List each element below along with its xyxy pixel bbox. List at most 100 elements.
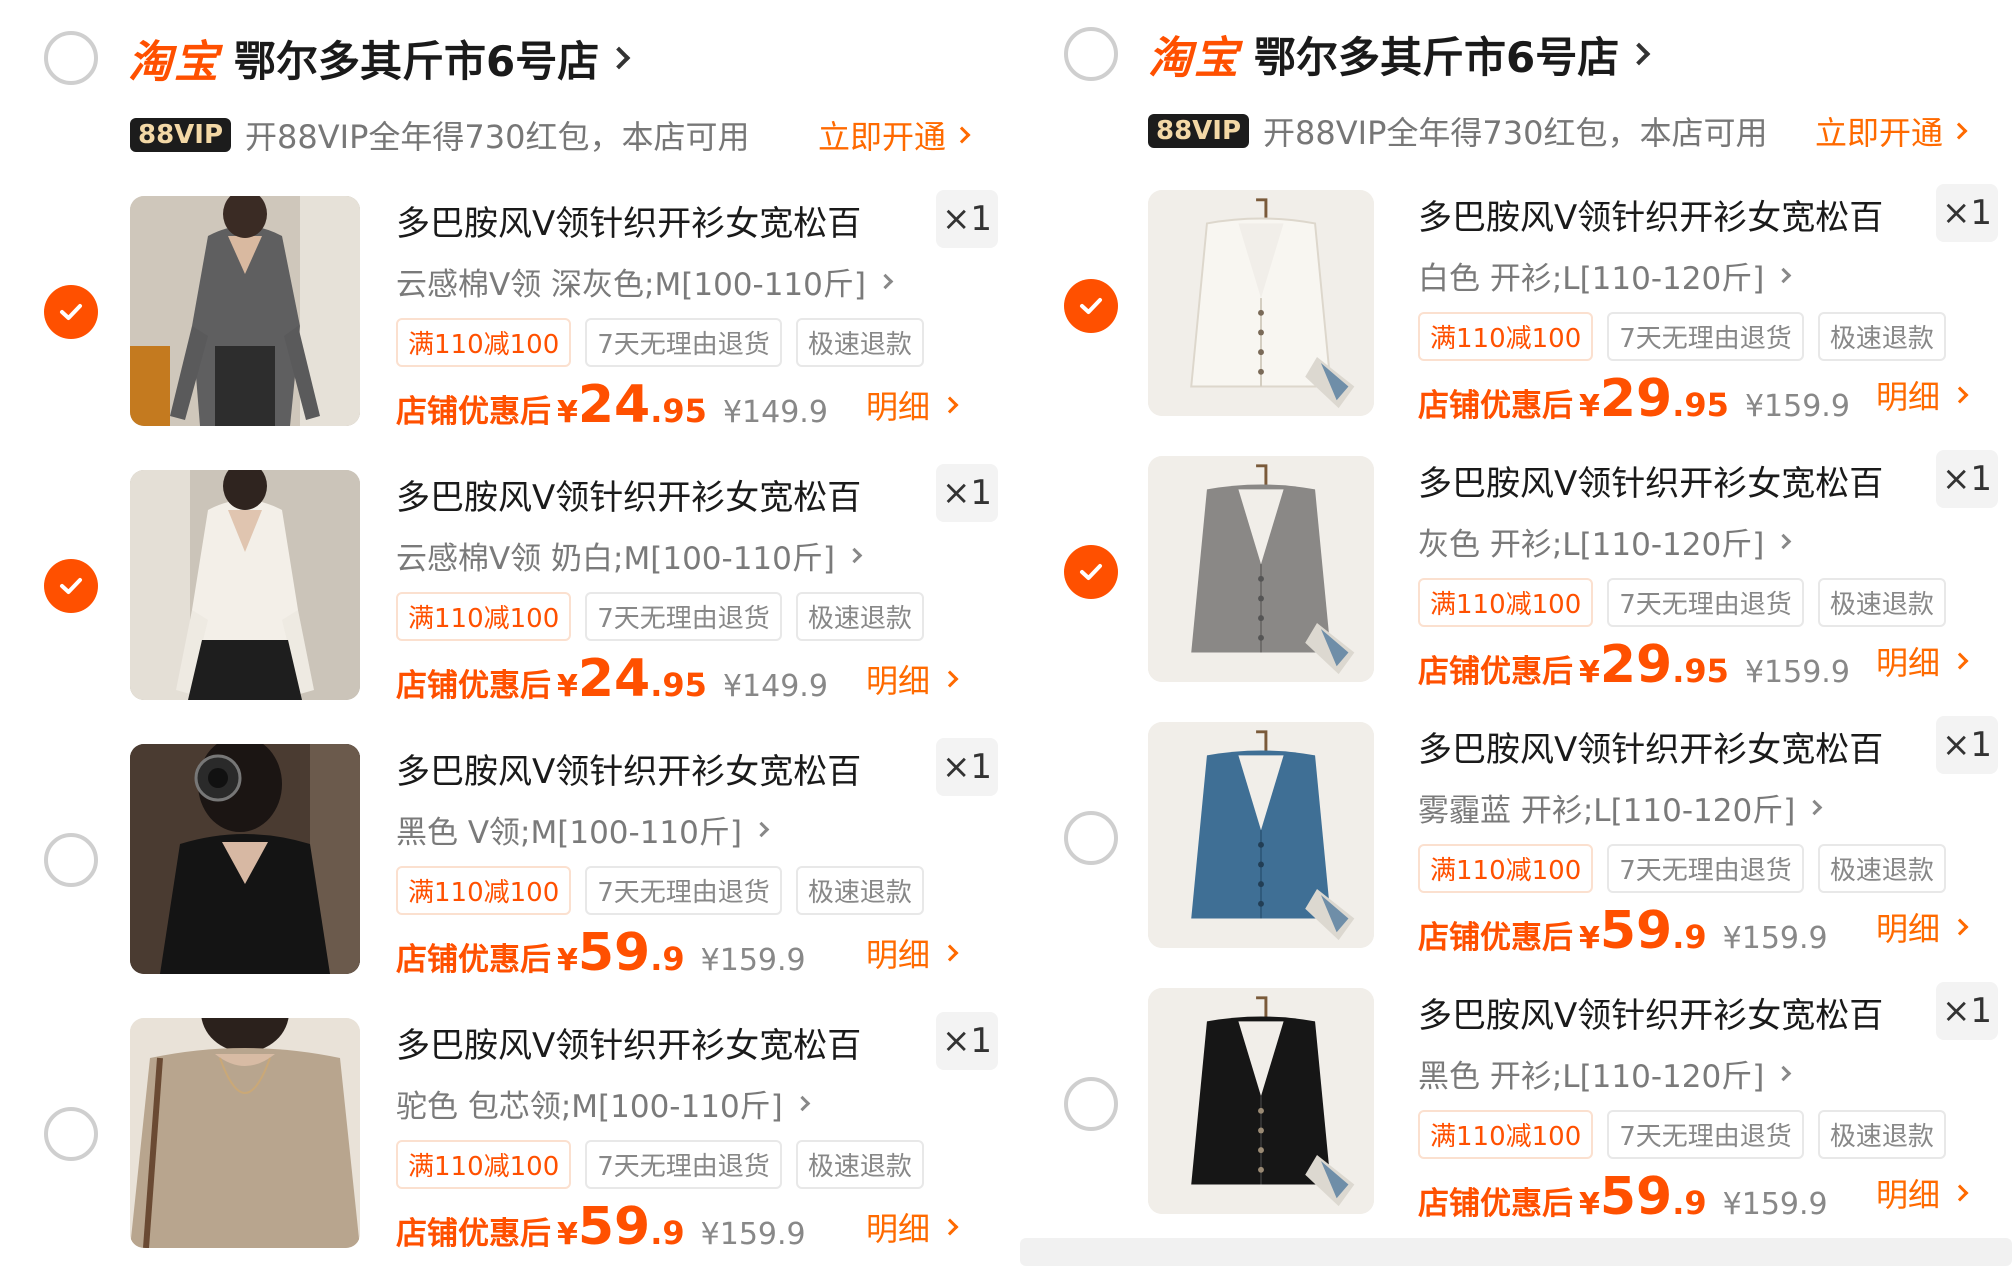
item-select-checkbox[interactable] bbox=[1064, 279, 1118, 333]
quantity-badge[interactable]: ×1 bbox=[936, 464, 998, 522]
price-integer: 59 bbox=[1599, 1167, 1673, 1227]
original-price: ¥149.9 bbox=[722, 395, 828, 430]
currency-symbol: ¥ bbox=[557, 1217, 578, 1252]
product-image[interactable] bbox=[1148, 988, 1374, 1214]
price-label: 店铺优惠后 bbox=[1418, 1186, 1573, 1222]
item-select-checkbox[interactable] bbox=[44, 833, 98, 887]
product-image[interactable] bbox=[1148, 456, 1374, 682]
item-select-checkbox[interactable] bbox=[44, 559, 98, 613]
price-label: 店铺优惠后 bbox=[396, 394, 551, 430]
product-image[interactable] bbox=[130, 196, 360, 426]
shop-header[interactable]: 淘宝 鄂尔多其斤市6号店 bbox=[44, 28, 631, 89]
quantity-badge[interactable]: ×1 bbox=[936, 1012, 998, 1070]
price-integer: 59 bbox=[1599, 901, 1673, 961]
detail-link[interactable]: 明细 bbox=[1876, 1170, 1969, 1216]
item-select-checkbox[interactable] bbox=[44, 1107, 98, 1161]
vip-text: 开88VIP全年得730红包，本店可用 bbox=[245, 118, 750, 156]
detail-link[interactable]: 明细 bbox=[1876, 638, 1969, 684]
currency-symbol: ¥ bbox=[557, 669, 578, 704]
price-label: 店铺优惠后 bbox=[396, 942, 551, 978]
vip-open-link[interactable]: 立即开通 bbox=[818, 112, 971, 158]
chevron-right-icon bbox=[941, 396, 959, 414]
shop-name[interactable]: 鄂尔多其斤市6号店 bbox=[1254, 24, 1619, 85]
detail-link[interactable]: 明细 bbox=[1876, 372, 1969, 418]
price-integer: 29 bbox=[1599, 635, 1673, 695]
price-label: 店铺优惠后 bbox=[396, 668, 551, 704]
detail-label: 明细 bbox=[1876, 378, 1941, 416]
quantity-badge[interactable]: ×1 bbox=[1936, 184, 1998, 242]
detail-link[interactable]: 明细 bbox=[866, 656, 959, 702]
shop-select-checkbox[interactable] bbox=[1064, 27, 1118, 81]
detail-link[interactable]: 明细 bbox=[866, 1204, 959, 1250]
item-title[interactable]: 多巴胺风V领针织开衫女宽松百 bbox=[396, 470, 996, 519]
item-title[interactable]: 多巴胺风V领针织开衫女宽松百 bbox=[1418, 722, 2008, 771]
item-tags: 满110减100 7天无理由退货 极速退款 bbox=[1418, 844, 2008, 893]
cart-item: 多巴胺风V领针织开衫女宽松百 ×1 白色 开衫;L[110-120斤] 满110… bbox=[1064, 184, 2004, 429]
refund-tag: 极速退款 bbox=[795, 318, 924, 367]
return-tag: 7天无理由退货 bbox=[585, 592, 782, 641]
detail-link[interactable]: 明细 bbox=[866, 930, 959, 976]
item-spec-selector[interactable]: 黑色 V领;M[100-110斤] bbox=[396, 807, 996, 852]
item-spec-selector[interactable]: 云感棉V领 奶白;M[100-110斤] bbox=[396, 533, 996, 578]
cart-item: 多巴胺风V领针织开衫女宽松百 ×1 灰色 开衫;L[110-120斤] 满110… bbox=[1064, 450, 2004, 695]
item-spec-selector[interactable]: 灰色 开衫;L[110-120斤] bbox=[1418, 519, 2008, 564]
quantity-badge[interactable]: ×1 bbox=[1936, 716, 1998, 774]
promo-tag: 满110减100 bbox=[396, 1140, 572, 1189]
return-tag: 7天无理由退货 bbox=[585, 1140, 782, 1189]
product-image[interactable] bbox=[1148, 190, 1374, 416]
detail-link[interactable]: 明细 bbox=[866, 382, 959, 428]
item-info: 多巴胺风V领针织开衫女宽松百 ×1 灰色 开衫;L[110-120斤] 满110… bbox=[1418, 450, 2008, 695]
vip-banner: 88VIP 开88VIP全年得730红包，本店可用 bbox=[1148, 108, 1767, 154]
item-title[interactable]: 多巴胺风V领针织开衫女宽松百 bbox=[396, 196, 996, 245]
chevron-right-icon bbox=[941, 944, 959, 962]
price-decimal: .95 bbox=[650, 392, 707, 430]
currency-symbol: ¥ bbox=[1579, 921, 1600, 956]
quantity-badge[interactable]: ×1 bbox=[936, 190, 998, 248]
price-integer: 24 bbox=[577, 649, 651, 709]
item-spec-selector[interactable]: 驼色 包芯领;M[100-110斤] bbox=[396, 1081, 996, 1126]
item-tags: 满110减100 7天无理由退货 极速退款 bbox=[1418, 578, 2008, 627]
chevron-right-icon bbox=[877, 273, 894, 290]
item-spec-selector[interactable]: 黑色 开衫;L[110-120斤] bbox=[1418, 1051, 2008, 1096]
item-select-checkbox[interactable] bbox=[1064, 811, 1118, 865]
quantity-badge[interactable]: ×1 bbox=[936, 738, 998, 796]
item-title[interactable]: 多巴胺风V领针织开衫女宽松百 bbox=[1418, 190, 2008, 239]
product-image[interactable] bbox=[130, 1018, 360, 1248]
item-select-checkbox[interactable] bbox=[44, 285, 98, 339]
quantity-badge[interactable]: ×1 bbox=[1936, 982, 1998, 1040]
item-select-checkbox[interactable] bbox=[1064, 545, 1118, 599]
currency-symbol: ¥ bbox=[557, 395, 578, 430]
quantity-badge[interactable]: ×1 bbox=[1936, 450, 1998, 508]
shop-select-checkbox[interactable] bbox=[44, 31, 98, 85]
item-spec-selector[interactable]: 白色 开衫;L[110-120斤] bbox=[1418, 253, 2008, 298]
item-title[interactable]: 多巴胺风V领针织开衫女宽松百 bbox=[396, 1018, 996, 1067]
cart-panel-right: 淘宝 鄂尔多其斤市6号店 88VIP 开88VIP全年得730红包，本店可用 立… bbox=[1020, 0, 2012, 1280]
product-image[interactable] bbox=[130, 470, 360, 700]
item-title[interactable]: 多巴胺风V领针织开衫女宽松百 bbox=[1418, 988, 2008, 1037]
detail-link[interactable]: 明细 bbox=[1876, 904, 1969, 950]
item-spec-selector[interactable]: 云感棉V领 深灰色;M[100-110斤] bbox=[396, 259, 996, 304]
vip-open-label: 立即开通 bbox=[818, 118, 947, 156]
item-spec-selector[interactable]: 雾霾蓝 开衫;L[110-120斤] bbox=[1418, 785, 2008, 830]
item-title[interactable]: 多巴胺风V领针织开衫女宽松百 bbox=[1418, 456, 2008, 505]
original-price: ¥159.9 bbox=[1722, 1187, 1828, 1222]
vip-open-label: 立即开通 bbox=[1815, 114, 1944, 152]
price-decimal: .9 bbox=[650, 940, 685, 978]
vip-open-link[interactable]: 立即开通 bbox=[1815, 108, 1968, 154]
product-image[interactable] bbox=[130, 744, 360, 974]
original-price: ¥149.9 bbox=[722, 669, 828, 704]
refund-tag: 极速退款 bbox=[1817, 578, 1946, 627]
item-info: 多巴胺风V领针织开衫女宽松百 ×1 黑色 V领;M[100-110斤] 满110… bbox=[396, 738, 998, 983]
item-info: 多巴胺风V领针织开衫女宽松百 ×1 白色 开衫;L[110-120斤] 满110… bbox=[1418, 184, 2008, 429]
original-price: ¥159.9 bbox=[1744, 389, 1850, 424]
price-integer: 59 bbox=[577, 1197, 651, 1257]
item-select-checkbox[interactable] bbox=[1064, 1077, 1118, 1131]
item-title[interactable]: 多巴胺风V领针织开衫女宽松百 bbox=[396, 744, 996, 793]
shop-name[interactable]: 鄂尔多其斤市6号店 bbox=[234, 28, 599, 89]
return-tag: 7天无理由退货 bbox=[1607, 1110, 1804, 1159]
product-image[interactable] bbox=[1148, 722, 1374, 948]
shop-header[interactable]: 淘宝 鄂尔多其斤市6号店 bbox=[1064, 24, 1651, 85]
chevron-right-icon bbox=[1951, 1184, 1969, 1202]
currency-symbol: ¥ bbox=[1579, 389, 1600, 424]
product-photo bbox=[130, 1018, 360, 1248]
